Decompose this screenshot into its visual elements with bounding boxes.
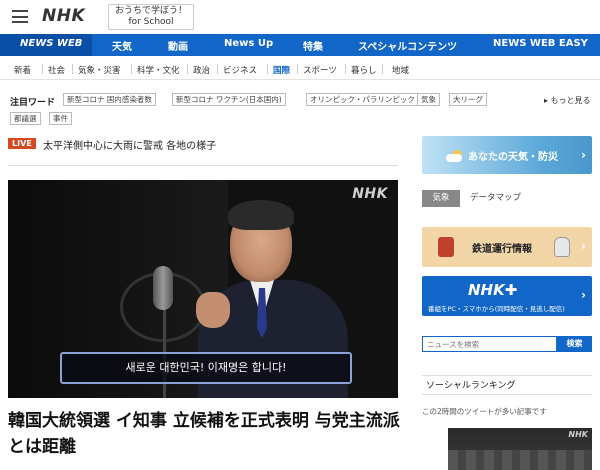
category-nav: 新着 社会 気象・災害 科学・文化 政治 ビジネス 国際 スポーツ 暮らし 地域 (0, 58, 600, 80)
divider (297, 64, 298, 74)
live-headline[interactable]: LIVE 太平洋側中心に大雨に警戒 各地の様子 (8, 136, 398, 166)
social-ranking-sub: この2時間のツイートが多い記事です (422, 407, 547, 416)
cat-science-culture[interactable]: 科学・文化 (137, 64, 180, 76)
search-button[interactable]: 検索 (557, 336, 592, 352)
person-hair (228, 200, 294, 230)
divider (345, 64, 346, 74)
keywords-title: 注目ワード (10, 98, 56, 108)
video-subtitle: 새로운 대한민국! 이재명은 합니다! (60, 352, 352, 384)
divider (187, 64, 188, 74)
cat-new[interactable]: 新着 (14, 64, 31, 76)
nav-newswebeasy[interactable]: NEWS WEB EASY (493, 38, 588, 49)
divider (267, 64, 268, 74)
tag-weather[interactable]: 気象 (417, 93, 440, 106)
tag-covid-vaccine[interactable]: 新型コロナ ワクチン(日本国内) (172, 93, 286, 106)
divider (42, 64, 43, 74)
cat-society[interactable]: 社会 (48, 64, 65, 76)
divider (382, 64, 383, 74)
nav-feature[interactable]: 特集 (303, 38, 323, 53)
main-nav: NEWS WEB 天気 動画 News Up 特集 スペシャルコンテンツ NEW… (0, 34, 600, 56)
cat-politics[interactable]: 政治 (193, 64, 210, 76)
tag-incident[interactable]: 事件 (49, 112, 72, 125)
nhk-plus-sub: 番組をPC・スマホから(同時配信・見逃し配信) (428, 305, 565, 313)
live-badge: LIVE (8, 138, 36, 149)
nhk-plus-logo: NHK✚ (468, 281, 518, 299)
nav-newsup[interactable]: News Up (224, 38, 273, 49)
train-info-banner[interactable]: 鉄道運行情報 › (422, 227, 592, 267)
chevron-right-icon: › (581, 239, 586, 253)
cat-living[interactable]: 暮らし (351, 64, 377, 76)
cat-weather-disaster[interactable]: 気象・災害 (78, 64, 121, 76)
top-bar: NHK おうちで学ぼう！ for School (0, 0, 600, 34)
live-text: 太平洋側中心に大雨に警戒 各地の様子 (43, 141, 217, 152)
nav-video[interactable]: 動画 (168, 38, 188, 53)
thumbnail-watermark: NHK (568, 430, 588, 439)
cat-international[interactable]: 国際 (273, 64, 290, 76)
tag-covid-cases[interactable]: 新型コロナ 国内感染者数 (63, 93, 156, 106)
tag-olympics[interactable]: オリンピック・パラリンピック (306, 93, 419, 106)
weather-banner[interactable]: あなたの天気・防災 › (422, 136, 592, 174)
train-icon (438, 237, 454, 257)
divider (131, 64, 132, 74)
train-banner-label: 鉄道運行情報 (472, 244, 532, 255)
nhk-plus-banner[interactable]: NHK✚ 番組をPC・スマホから(同時配信・見逃し配信) › (422, 276, 592, 316)
cat-region[interactable]: 地域 (392, 64, 409, 76)
microphone-icon (153, 266, 173, 310)
thumbnail-people (448, 450, 592, 470)
nhk-logo[interactable]: NHK (42, 6, 85, 26)
nav-special[interactable]: スペシャルコンテンツ (358, 38, 457, 53)
school-line2: for School (128, 17, 174, 27)
shinkansen-icon (554, 237, 570, 257)
nav-weather[interactable]: 天気 (112, 38, 132, 53)
video-watermark: NHK (352, 186, 388, 202)
chevron-right-icon: › (581, 148, 586, 162)
tab-datamap[interactable]: データマップ (470, 190, 521, 207)
news-search-input[interactable] (422, 336, 557, 352)
social-ranking-title: ソーシャルランキング (422, 375, 592, 395)
cat-sports[interactable]: スポーツ (303, 64, 337, 76)
chevron-right-icon: › (581, 288, 586, 302)
cat-business[interactable]: ビジネス (223, 64, 257, 76)
fist (196, 292, 230, 328)
menu-icon[interactable] (12, 10, 28, 23)
nav-newsweb[interactable]: NEWS WEB (0, 34, 92, 56)
ranking-thumbnail[interactable]: NHK (448, 428, 592, 470)
weather-banner-label: あなたの天気・防災 (468, 152, 558, 163)
tab-weather[interactable]: 気象 (422, 190, 460, 207)
school-line1: おうちで学ぼう！ (114, 6, 187, 16)
top-news-image[interactable]: NHK 새로운 대한민국! 이재명은 합니다! (8, 180, 398, 398)
tag-mlb[interactable]: 大リーグ (449, 93, 487, 106)
divider (72, 64, 73, 74)
article-headline[interactable]: 韓国大統領選 イ知事 立候補を正式表明 与党主流派とは距離 (8, 408, 403, 460)
tag-tokyo-election[interactable]: 都議選 (10, 112, 41, 125)
divider (217, 64, 218, 74)
for-school-link[interactable]: おうちで学ぼう！ for School (108, 4, 194, 30)
cloud-icon (446, 154, 462, 162)
more-keywords-link[interactable]: ▸ もっと見る (544, 95, 591, 106)
